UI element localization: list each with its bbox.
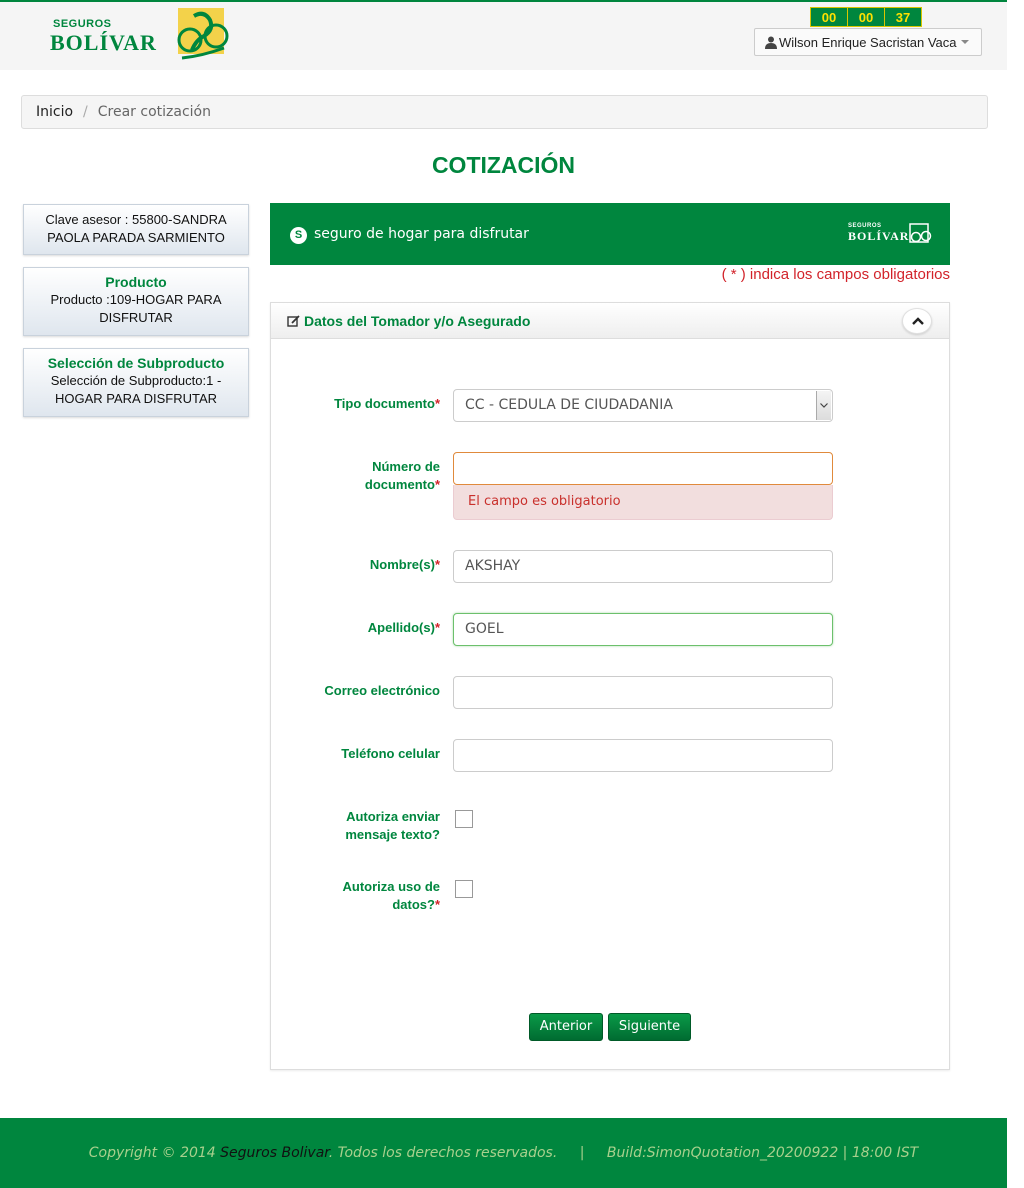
footer-separator: | (579, 1145, 585, 1161)
siguiente-button[interactable]: Siguiente (608, 1013, 691, 1041)
advisor-box: Clave asesor : 55800-SANDRA PAOLA PARADA… (23, 204, 249, 255)
numero-documento-input[interactable] (453, 452, 833, 485)
edit-icon (287, 315, 300, 327)
banner-brand-main: BOLÍVAR (848, 229, 910, 243)
chevron-up-icon (912, 317, 924, 325)
footer-copyright: Copyright © 2014 (88, 1145, 216, 1161)
banner-logo: SEGUROS BOLÍVAR (848, 223, 932, 244)
top-header: SEGUROS BOLÍVAR 00 00 37 Wilson Enrique … (0, 0, 1007, 70)
correo-input[interactable] (453, 676, 833, 709)
breadcrumb-current: Crear cotización (97, 104, 211, 120)
chevron-down-icon (820, 403, 828, 408)
user-name: Wilson Enrique Sacristan Vaca (779, 34, 957, 50)
session-timer: 00 00 37 (810, 7, 922, 27)
footer-build: Build:SimonQuotation_20200922 | 18:00 IS… (606, 1145, 919, 1161)
page-footer: Copyright © 2014 Seguros Bolivar. Todos … (0, 1118, 1007, 1188)
anterior-button[interactable]: Anterior (529, 1013, 603, 1041)
telefono-label: Teléfono celular (341, 746, 440, 761)
timer-hours: 00 (810, 7, 848, 27)
numero-documento-label: Número de documento* (364, 459, 440, 492)
collapse-panel-button[interactable] (902, 308, 932, 334)
advisor-text: Clave asesor : 55800-SANDRA PAOLA PARADA… (45, 212, 227, 245)
required-fields-note: ( * ) indica los campos obligatorios (721, 266, 950, 283)
cyclist-emblem-icon (177, 8, 229, 60)
nombres-label: Nombre(s)* (369, 557, 440, 572)
nombres-input[interactable]: AKSHAY (453, 550, 833, 583)
dollar-s-icon: S (290, 227, 307, 244)
product-value: Producto :109-HOGAR PARA DISFRUTAR (50, 292, 222, 325)
subproduct-value: Selección de Subproducto:1 - HOGAR PARA … (50, 373, 222, 406)
user-icon (765, 36, 777, 49)
breadcrumb: Inicio / Crear cotización (21, 95, 988, 129)
timer-seconds: 37 (884, 7, 922, 27)
user-menu-button[interactable]: Wilson Enrique Sacristan Vaca (754, 28, 982, 56)
seguros-bolivar-logo[interactable]: SEGUROS BOLÍVAR (50, 6, 235, 62)
tipo-documento-select[interactable]: CC - CEDULA DE CIUDADANIA (453, 389, 833, 422)
tipo-documento-value: CC - CEDULA DE CIUDADANIA (465, 397, 673, 413)
subproduct-box: Selección de Subproducto Selección de Su… (23, 348, 249, 417)
autoriza-mensaje-label: Autoriza enviar mensaje texto? (345, 809, 440, 842)
telefono-input[interactable] (453, 739, 833, 772)
footer-rights: . Todos los derechos reservados. (328, 1145, 558, 1161)
apellidos-input[interactable]: GOEL (453, 613, 833, 646)
breadcrumb-separator: / (83, 104, 88, 120)
autoriza-datos-checkbox[interactable] (455, 880, 473, 898)
timer-minutes: 00 (847, 7, 885, 27)
panel-title: Datos del Tomador y/o Asegurado (304, 313, 531, 329)
correo-label: Correo electrónico (324, 683, 440, 698)
select-dropdown-arrow[interactable] (816, 391, 831, 420)
logo-brand-small: SEGUROS (53, 18, 112, 30)
logo-brand-main: BOLÍVAR (50, 30, 157, 55)
autoriza-datos-label: Autoriza uso de datos?* (342, 879, 440, 912)
product-box: Producto Producto :109-HOGAR PARA DISFRU… (23, 267, 249, 336)
product-banner: S seguro de hogar para disfrutar SEGUROS… (270, 203, 950, 265)
apellidos-label: Apellido(s)* (367, 620, 440, 635)
banner-tagline: seguro de hogar para disfrutar (314, 226, 529, 242)
autoriza-mensaje-checkbox[interactable] (455, 810, 473, 828)
banner-emblem-icon (909, 223, 932, 243)
caret-down-icon (960, 40, 969, 44)
product-title: Producto (105, 274, 167, 290)
tipo-documento-label: Tipo documento* (334, 396, 440, 411)
panel-header: Datos del Tomador y/o Asegurado (271, 303, 949, 339)
subproduct-title: Selección de Subproducto (47, 355, 225, 371)
footer-company-link[interactable]: Seguros Bolivar (220, 1145, 329, 1161)
page-title: COTIZACIÓN (431, 152, 576, 178)
numero-documento-error: El campo es obligatorio (453, 485, 833, 520)
breadcrumb-home-link[interactable]: Inicio (36, 104, 73, 120)
